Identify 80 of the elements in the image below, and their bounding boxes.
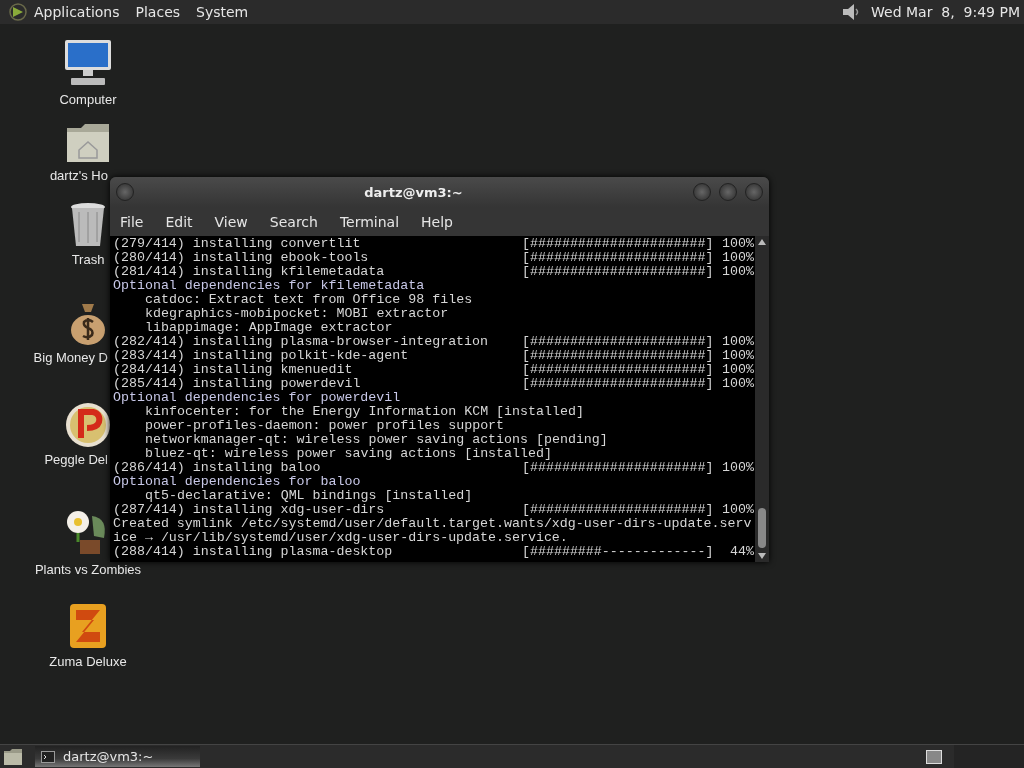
window-title: dartz@vm3:~ [363,184,464,200]
progress-bar-text: [#########-------------] [522,545,714,559]
terminal-line: (288/414) installing plasma-desktop [113,545,394,559]
progress-bar-text: [######################] [522,251,714,265]
progress-bar-text: [######################] [522,377,714,391]
scroll-down-arrow-icon[interactable] [758,553,766,559]
percent-text: 100% [721,377,754,391]
terminal-line: Optional dependencies for kfilemetadata [113,279,425,293]
trash-icon[interactable] [69,202,107,248]
progress-bar-text: [######################] [522,363,714,377]
percent-text: 100% [721,251,754,265]
terminal-line: kinfocenter: for the Energy Information KCM [installed] [144,405,584,419]
progress-bar-text: [######################] [522,237,714,251]
terminal-line: power-profiles-daemon: power profiles support [144,419,505,433]
computer-icon[interactable] [63,38,113,88]
terminal-line: networkmanager-qt: wireless power saving actions [pending] [144,433,608,447]
close-button[interactable] [745,183,763,201]
progress-bar-text: [######################] [522,349,714,363]
terminal-line: Created symlink /etc/systemd/user/default.target.wants/xdg-user-dirs-update.serv [113,517,752,531]
percent-text: 100% [721,349,754,363]
progress-bar-text: [######################] [522,503,714,517]
percent-text: 100% [721,503,754,517]
home-folder-icon[interactable] [65,122,111,164]
desktop-icon-label[interactable]: dartz's Ho [49,168,108,183]
maximize-button[interactable] [719,183,737,201]
menu-item[interactable]: Help [421,213,453,230]
scrollbar-thumb[interactable] [758,508,766,548]
desktop-icon-label[interactable]: Trash [71,252,105,267]
percent-text: 100% [721,461,754,475]
scrollbar[interactable] [755,236,769,562]
desktop-icon-label[interactable]: Big Money D [33,350,108,365]
terminal-line: kdegraphics-mobipocket: MOBI extractor [144,307,449,321]
menu-item[interactable]: Search [269,213,318,230]
terminal-line: (283/414) installing polkit-kde-agent [113,349,410,363]
terminal-line: (287/414) installing xdg-user-dirs [113,503,386,517]
workspace-icon[interactable] [926,749,942,764]
minimize-button[interactable] [693,183,711,201]
terminal-line: Optional dependencies for baloo [113,475,361,489]
task-button[interactable]: dartz@vm3:~ [35,746,200,767]
show-desktop-icon[interactable] [3,747,23,766]
terminal-line: catdoc: Extract text from Office 98 files [144,293,473,307]
desktop-icon-label[interactable]: Peggle Del [44,452,108,467]
money-bag-icon[interactable] [68,302,108,346]
panel-menu[interactable]: System [196,4,249,20]
terminal-line: (279/414) installing convertlit [113,237,362,251]
desktop-icon-label[interactable]: Plants vs Zombies [34,562,142,577]
progress-bar-text: [######################] [522,335,714,349]
terminal-line: bluez-qt: wireless power saving actions [installed] [144,447,552,461]
menu-item[interactable]: Terminal [339,213,400,230]
percent-text: 100% [721,265,754,279]
window-menu-button[interactable] [116,183,134,201]
terminal-line: (281/414) installing kfilemetadata [113,265,386,279]
terminal-line: ice → /usr/lib/systemd/user/xdg-user-dirs-update.service. [113,531,568,545]
block-icon[interactable] [68,602,108,650]
menu-item[interactable]: View [214,213,248,230]
desktop-icon-label[interactable]: Computer [59,92,117,107]
terminal-line: (284/414) installing kmenuedit [113,363,354,377]
terminal-line: (286/414) installing baloo [113,461,322,475]
terminal-line: libappimage: AppImage extractor [144,321,393,335]
ball-icon[interactable] [65,402,111,448]
percent-text: 44% [729,545,754,559]
scroll-up-arrow-icon[interactable] [758,239,766,245]
menu-item[interactable]: File [120,213,144,230]
progress-bar-text: [######################] [522,265,714,279]
clock[interactable]: Wed Mar 8, 9:49 PM [871,4,1020,20]
logo-icon[interactable] [8,2,28,22]
percent-text: 100% [721,363,754,377]
percent-text: 100% [721,335,754,349]
terminal-line: (282/414) installing plasma-browser-integration [113,335,490,349]
terminal-line: (280/414) installing ebook-tools [113,251,370,265]
panel-menu[interactable]: Places [135,4,181,20]
panel-menu[interactable]: Applications [34,4,120,20]
progress-bar-text: [######################] [522,461,714,475]
menu-item[interactable]: Edit [165,213,193,230]
terminal-line: Optional dependencies for powerdevil [113,391,401,405]
terminal-icon [41,750,55,763]
terminal-line: (285/414) installing powerdevil [113,377,362,391]
percent-text: 100% [721,237,754,251]
desktop-icon-label[interactable]: Zuma Deluxe [49,654,127,669]
terminal-line: qt5-declarative: QML bindings [installed] [144,489,473,503]
